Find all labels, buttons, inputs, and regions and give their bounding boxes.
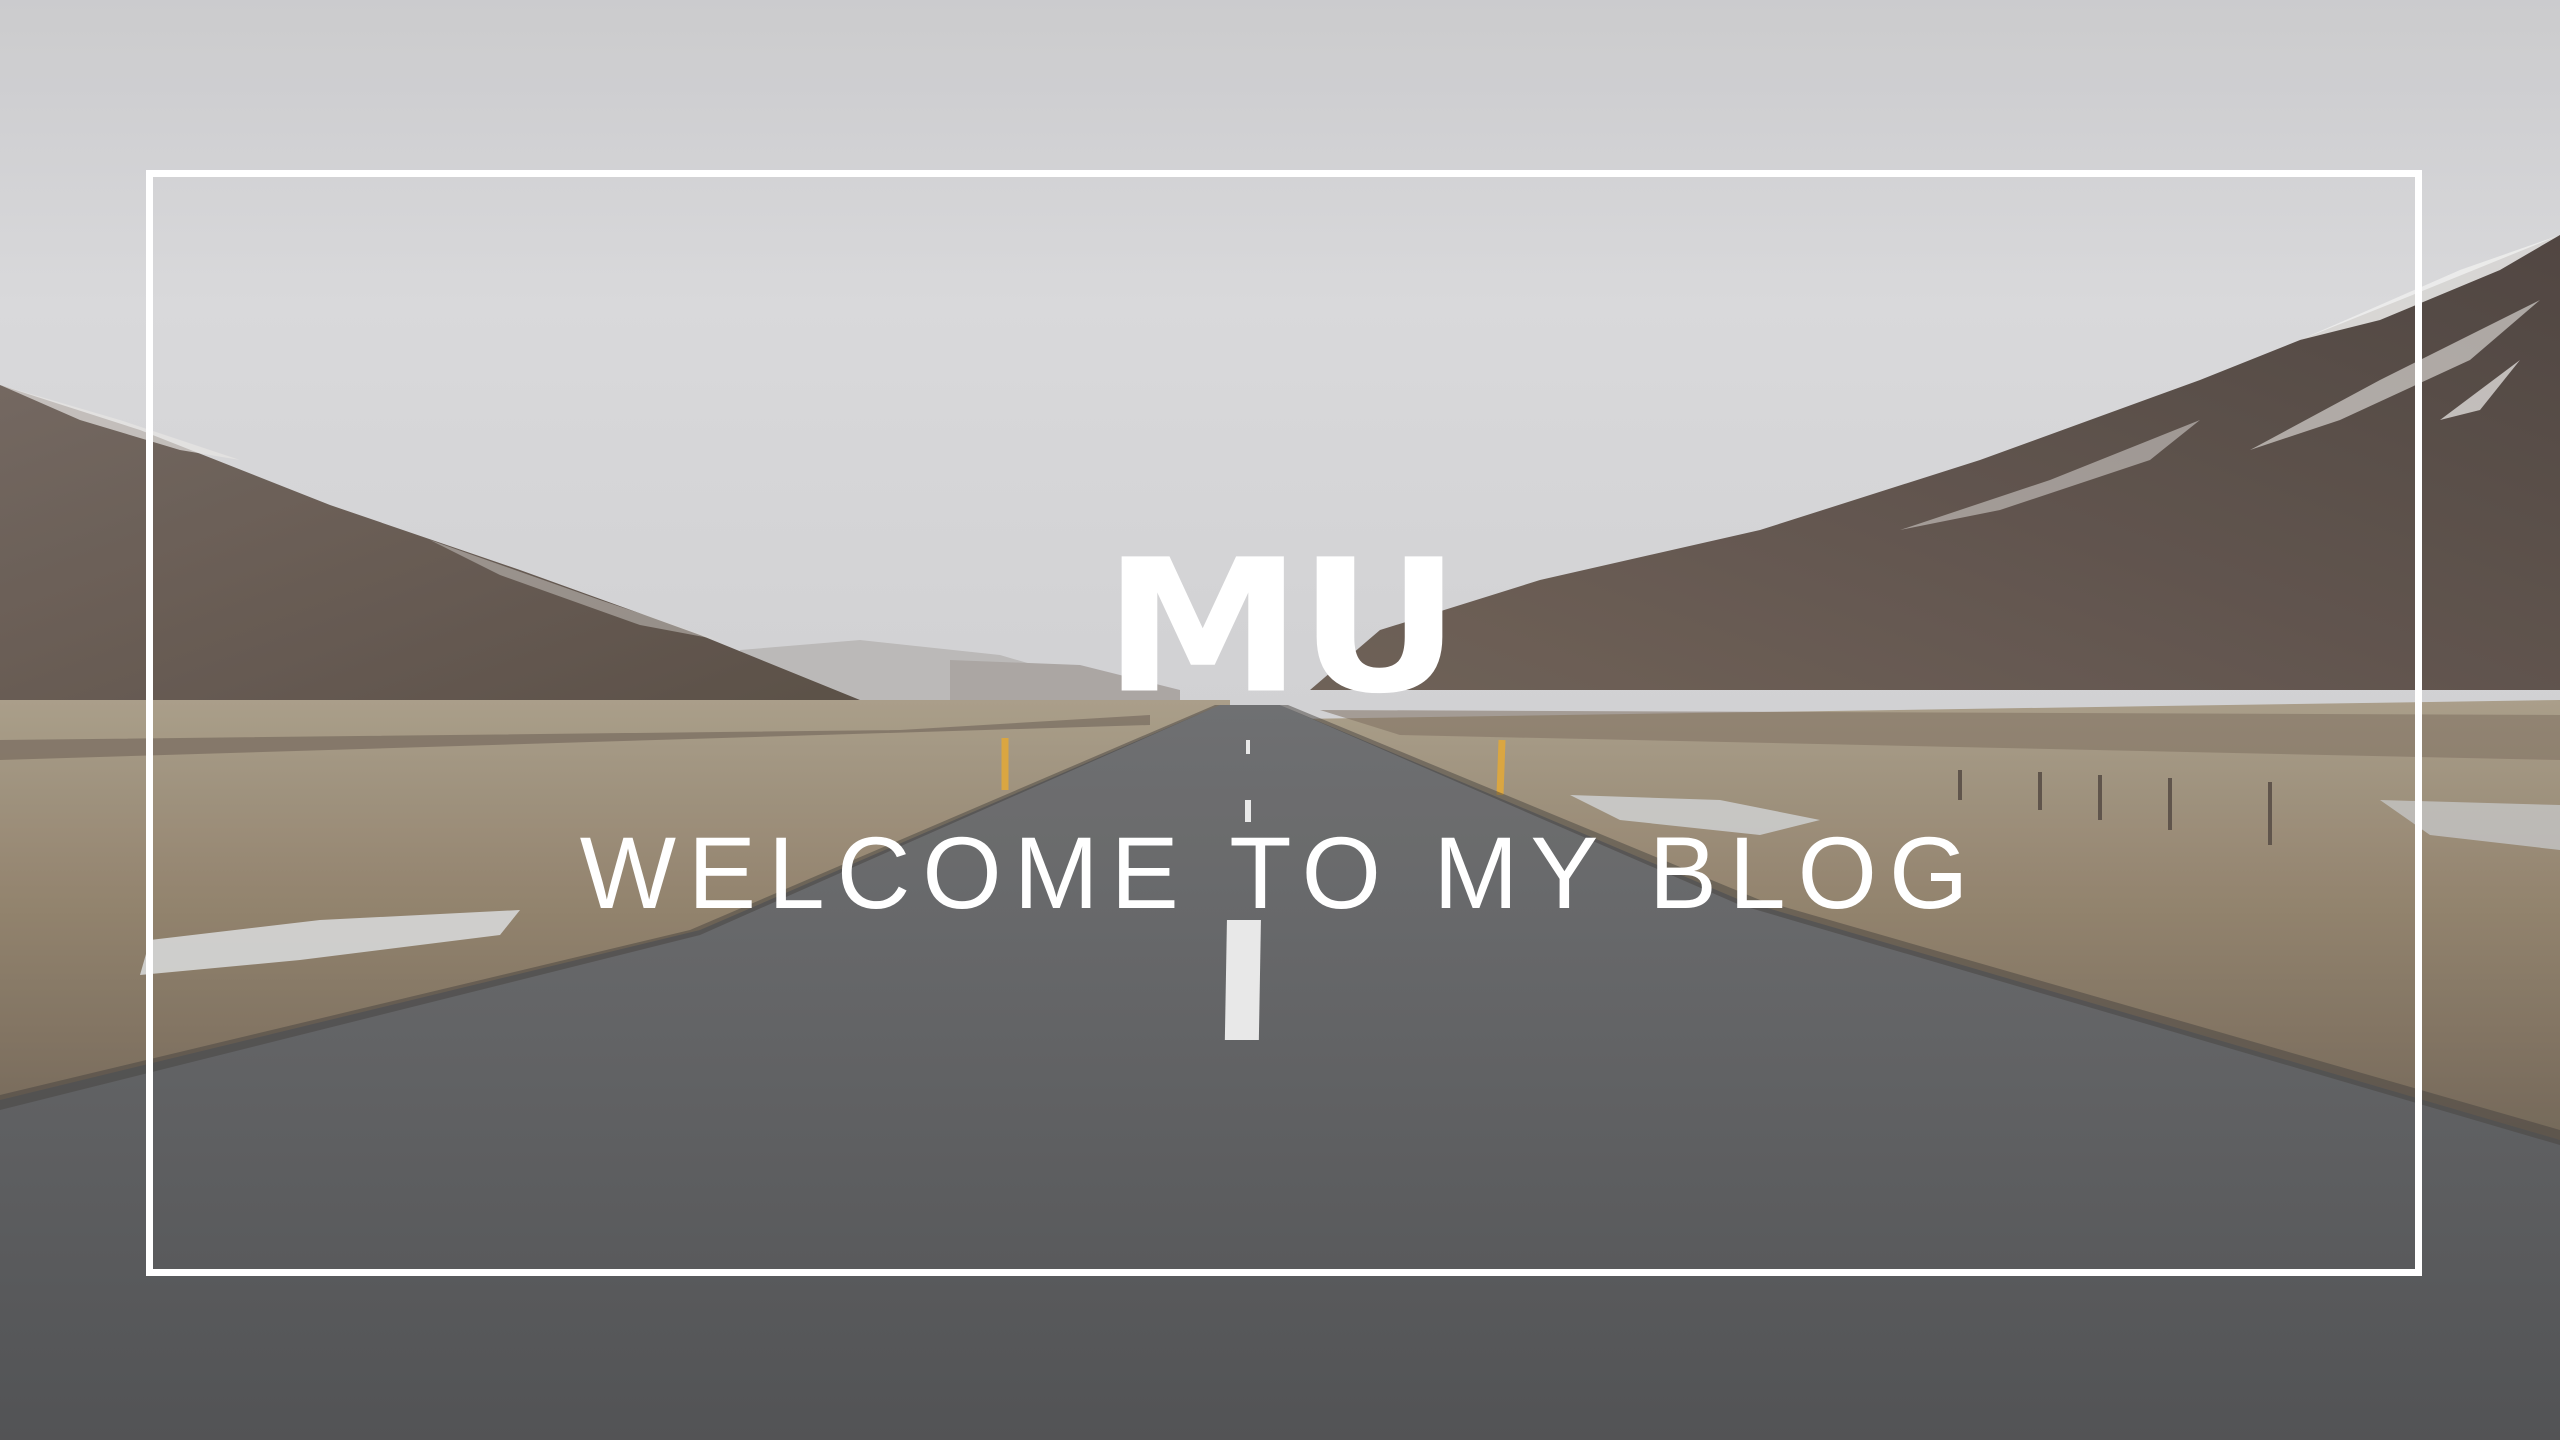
welcome-tagline: WELCOME TO MY BLOG: [579, 816, 1981, 930]
hero-banner: MU WELCOME TO MY BLOG: [0, 0, 2560, 1440]
blog-logo: MU: [1103, 520, 1460, 735]
